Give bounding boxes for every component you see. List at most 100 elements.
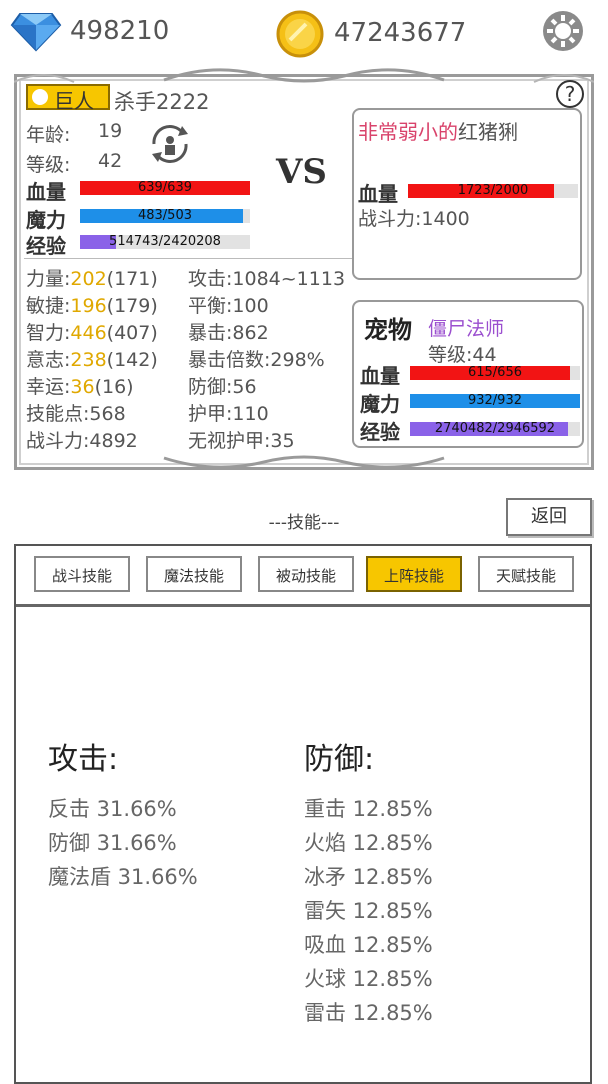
stat-luck: 幸运:36(16)	[26, 372, 196, 399]
badge-icon	[32, 89, 48, 105]
age-label: 年龄:	[26, 124, 71, 146]
gem-count: 498210	[70, 16, 170, 46]
stat-base: (16)	[94, 376, 134, 398]
pet-mp-label: 魔力	[360, 392, 400, 416]
enemy-prefix: 非常弱小的	[358, 120, 458, 144]
stat-balance: 平衡:100	[188, 295, 269, 317]
stat-base: (179)	[106, 295, 158, 317]
pet-exp-label: 经验	[360, 420, 400, 444]
defense-skill-row: 火焰 12.85%	[304, 831, 433, 855]
stat-value: 446	[70, 322, 107, 344]
level-label: 等级:	[26, 154, 71, 176]
stat-combat-power: 战斗力:4892	[26, 426, 196, 453]
stat-attack: 攻击:1084~1113	[188, 268, 346, 290]
help-icon[interactable]: ?	[556, 80, 584, 108]
defense-skill-row: 吸血 12.85%	[304, 933, 433, 957]
pet-title: 宠物	[364, 316, 412, 344]
attack-skill-row: 反击 31.66%	[48, 797, 177, 821]
exp-label: 经验	[26, 234, 66, 258]
tab-passive-skills[interactable]: 被动技能	[258, 556, 354, 592]
class-badge-label: 巨人	[54, 89, 94, 113]
settings-gear-icon[interactable]	[540, 8, 586, 54]
tab-combat-skills[interactable]: 战斗技能	[34, 556, 130, 592]
stat-label: 力量:	[26, 268, 71, 290]
stat-agility: 敏捷:196(179)	[26, 291, 196, 318]
attack-heading: 攻击:	[48, 742, 119, 777]
defense-skill-row: 火球 12.85%	[304, 967, 433, 991]
enemy-hp-label: 血量	[358, 182, 398, 206]
defense-skill-row: 重击 12.85%	[304, 797, 433, 821]
stat-armor: 护甲:110	[188, 403, 269, 425]
coin-count: 47243677	[334, 18, 467, 48]
mp-label: 魔力	[26, 208, 66, 232]
pet-level: 等级:44	[428, 344, 497, 366]
stat-crit: 暴击:862	[188, 322, 269, 344]
pet-exp-text: 2740482/2946592	[434, 421, 556, 436]
tab-magic-skills[interactable]: 魔法技能	[146, 556, 242, 592]
stat-crit-multiplier: 暴击倍数:298%	[188, 349, 325, 371]
stats-divider	[24, 258, 354, 259]
defense-skill-row: 冰矛 12.85%	[304, 865, 433, 889]
player-name: 杀手2222	[114, 90, 210, 114]
stat-strength: 力量:202(171)	[26, 264, 196, 291]
tab-talent-skills[interactable]: 天赋技能	[478, 556, 574, 592]
stat-value: 36	[70, 376, 95, 398]
vs-label: VS	[276, 152, 327, 192]
pet-name: 僵尸法师	[428, 318, 505, 340]
player-mp-bar: 483/503	[80, 208, 250, 223]
tab-deploy-skills[interactable]: 上阵技能	[366, 556, 462, 592]
pet-exp-bar: 2740482/2946592	[410, 421, 580, 436]
attack-skill-row: 防御 31.66%	[48, 831, 177, 855]
stat-armor-pierce: 无视护甲:35	[188, 430, 295, 452]
player-hp-bar: 639/639	[80, 180, 250, 195]
stats-left: 力量:202(171) 敏捷:196(179) 智力:446(407) 意志:2…	[26, 264, 196, 453]
stat-base: (407)	[106, 322, 158, 344]
stat-label: 战斗力:4892	[26, 430, 138, 452]
enemy-hp-text: 1723/2000	[457, 183, 529, 198]
back-button[interactable]: 返回	[506, 498, 592, 536]
defense-list: 重击 12.85% 火焰 12.85% 冰矛 12.85% 雷矢 12.85% …	[304, 792, 433, 1030]
player-exp-bar: 514743/2420208	[80, 234, 250, 249]
hp-label: 血量	[26, 180, 66, 204]
age-value: 19	[98, 120, 123, 142]
attack-list: 反击 31.66% 防御 31.66% 魔法盾 31.66%	[48, 792, 198, 894]
defense-heading: 防御:	[304, 742, 375, 777]
enemy-name: 非常弱小的红猪猁	[358, 116, 518, 145]
pet-mp-bar: 932/932	[410, 393, 580, 408]
defense-skill-row: 雷击 12.85%	[304, 1001, 433, 1025]
stat-skill-points: 技能点:568	[26, 399, 196, 426]
player-mp-text: 483/503	[137, 208, 192, 223]
pet-hp-bar: 615/656	[410, 365, 580, 380]
stat-base: (171)	[106, 268, 158, 290]
stat-base: (142)	[106, 349, 158, 371]
frame-ornament-bottom	[163, 455, 445, 469]
gem-icon	[10, 12, 62, 52]
level-value: 42	[98, 150, 123, 172]
pet-mp-text: 932/932	[467, 393, 522, 408]
switch-character-icon[interactable]	[146, 122, 194, 166]
stat-intelligence: 智力:446(407)	[26, 318, 196, 345]
coin-icon	[276, 10, 324, 58]
tab-bar-divider	[16, 604, 590, 607]
attack-skill-row: 魔法盾 31.66%	[48, 865, 198, 889]
stat-label: 敏捷:	[26, 295, 71, 317]
defense-skill-row: 雷矢 12.85%	[304, 899, 433, 923]
stat-label: 幸运:	[26, 376, 71, 398]
player-hp-text: 639/639	[137, 180, 192, 195]
pet-hp-label: 血量	[360, 364, 400, 388]
pet-hp-text: 615/656	[467, 365, 522, 380]
stat-label: 技能点:568	[26, 403, 126, 425]
class-badge: 巨人	[26, 84, 110, 113]
stat-value: 238	[70, 349, 107, 371]
stat-value: 202	[70, 268, 107, 290]
stat-label: 智力:	[26, 322, 71, 344]
stat-defense: 防御:56	[188, 376, 257, 398]
stats-right: 攻击:1084~1113 平衡:100 暴击:862 暴击倍数:298% 防御:…	[188, 264, 358, 453]
stat-value: 196	[70, 295, 107, 317]
enemy-name-text: 红猪猁	[458, 120, 518, 144]
player-exp-text: 514743/2420208	[109, 234, 221, 249]
stat-will: 意志:238(142)	[26, 345, 196, 372]
enemy-power: 战斗力:1400	[358, 208, 470, 230]
stat-label: 意志:	[26, 349, 71, 371]
enemy-hp-bar: 1723/2000	[408, 183, 578, 198]
